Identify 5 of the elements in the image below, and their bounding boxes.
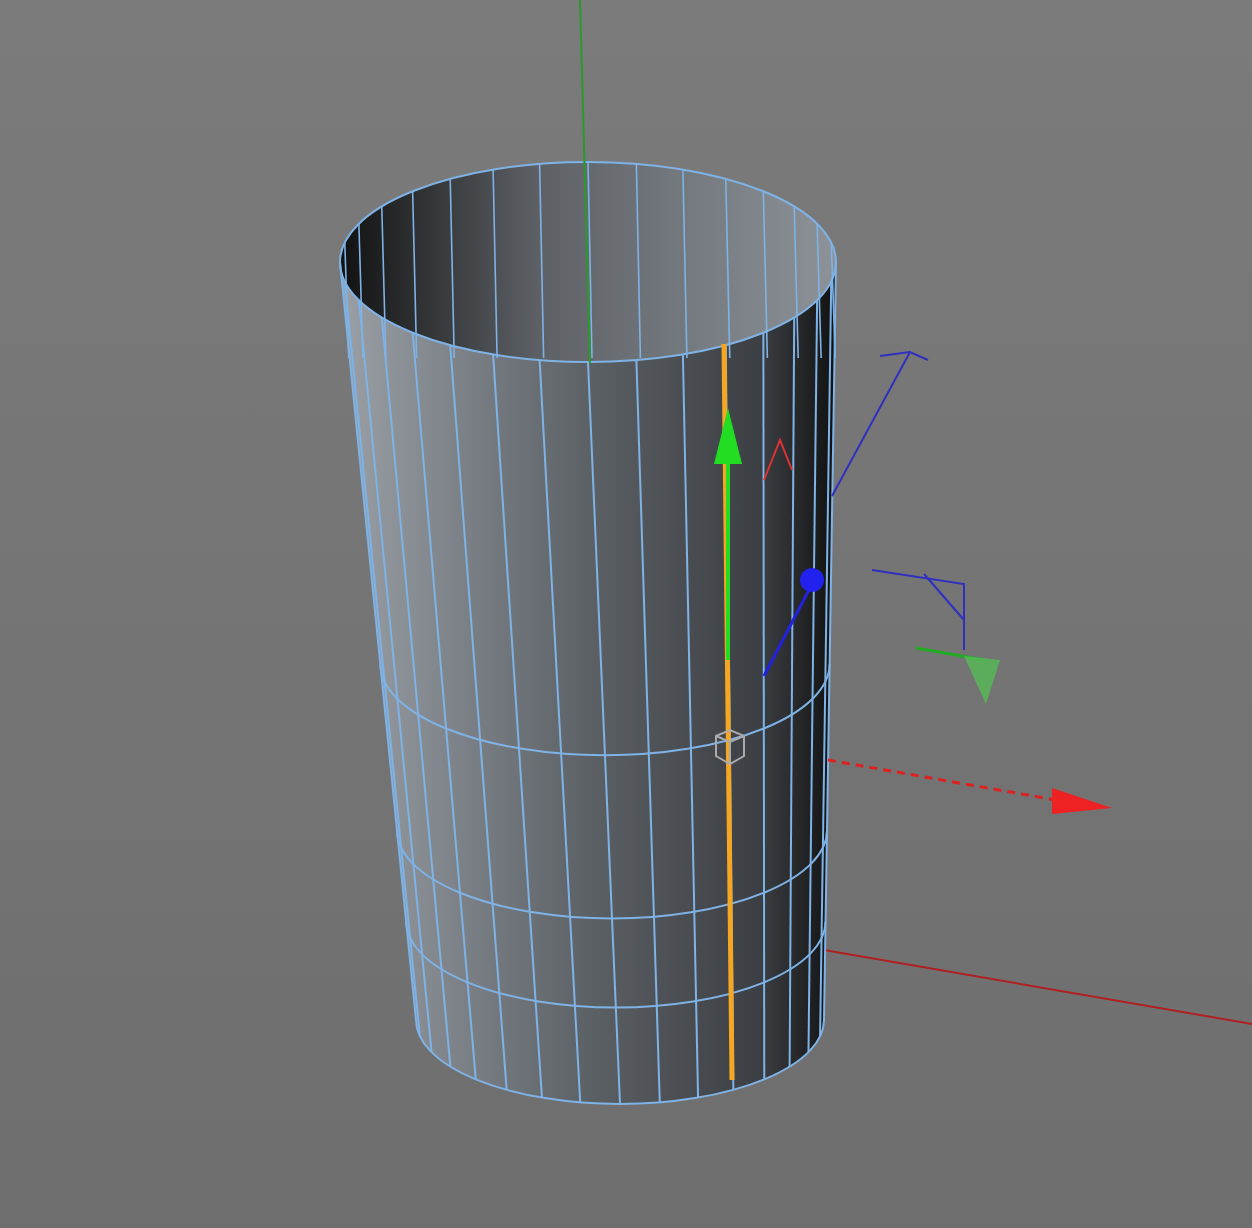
axis-handle[interactable] [762, 568, 824, 677]
up-arrow[interactable] [714, 408, 742, 660]
cylinder-edge[interactable] [721, 343, 735, 1081]
rotation-mark [763, 437, 793, 481]
cube-icon [715, 728, 745, 766]
